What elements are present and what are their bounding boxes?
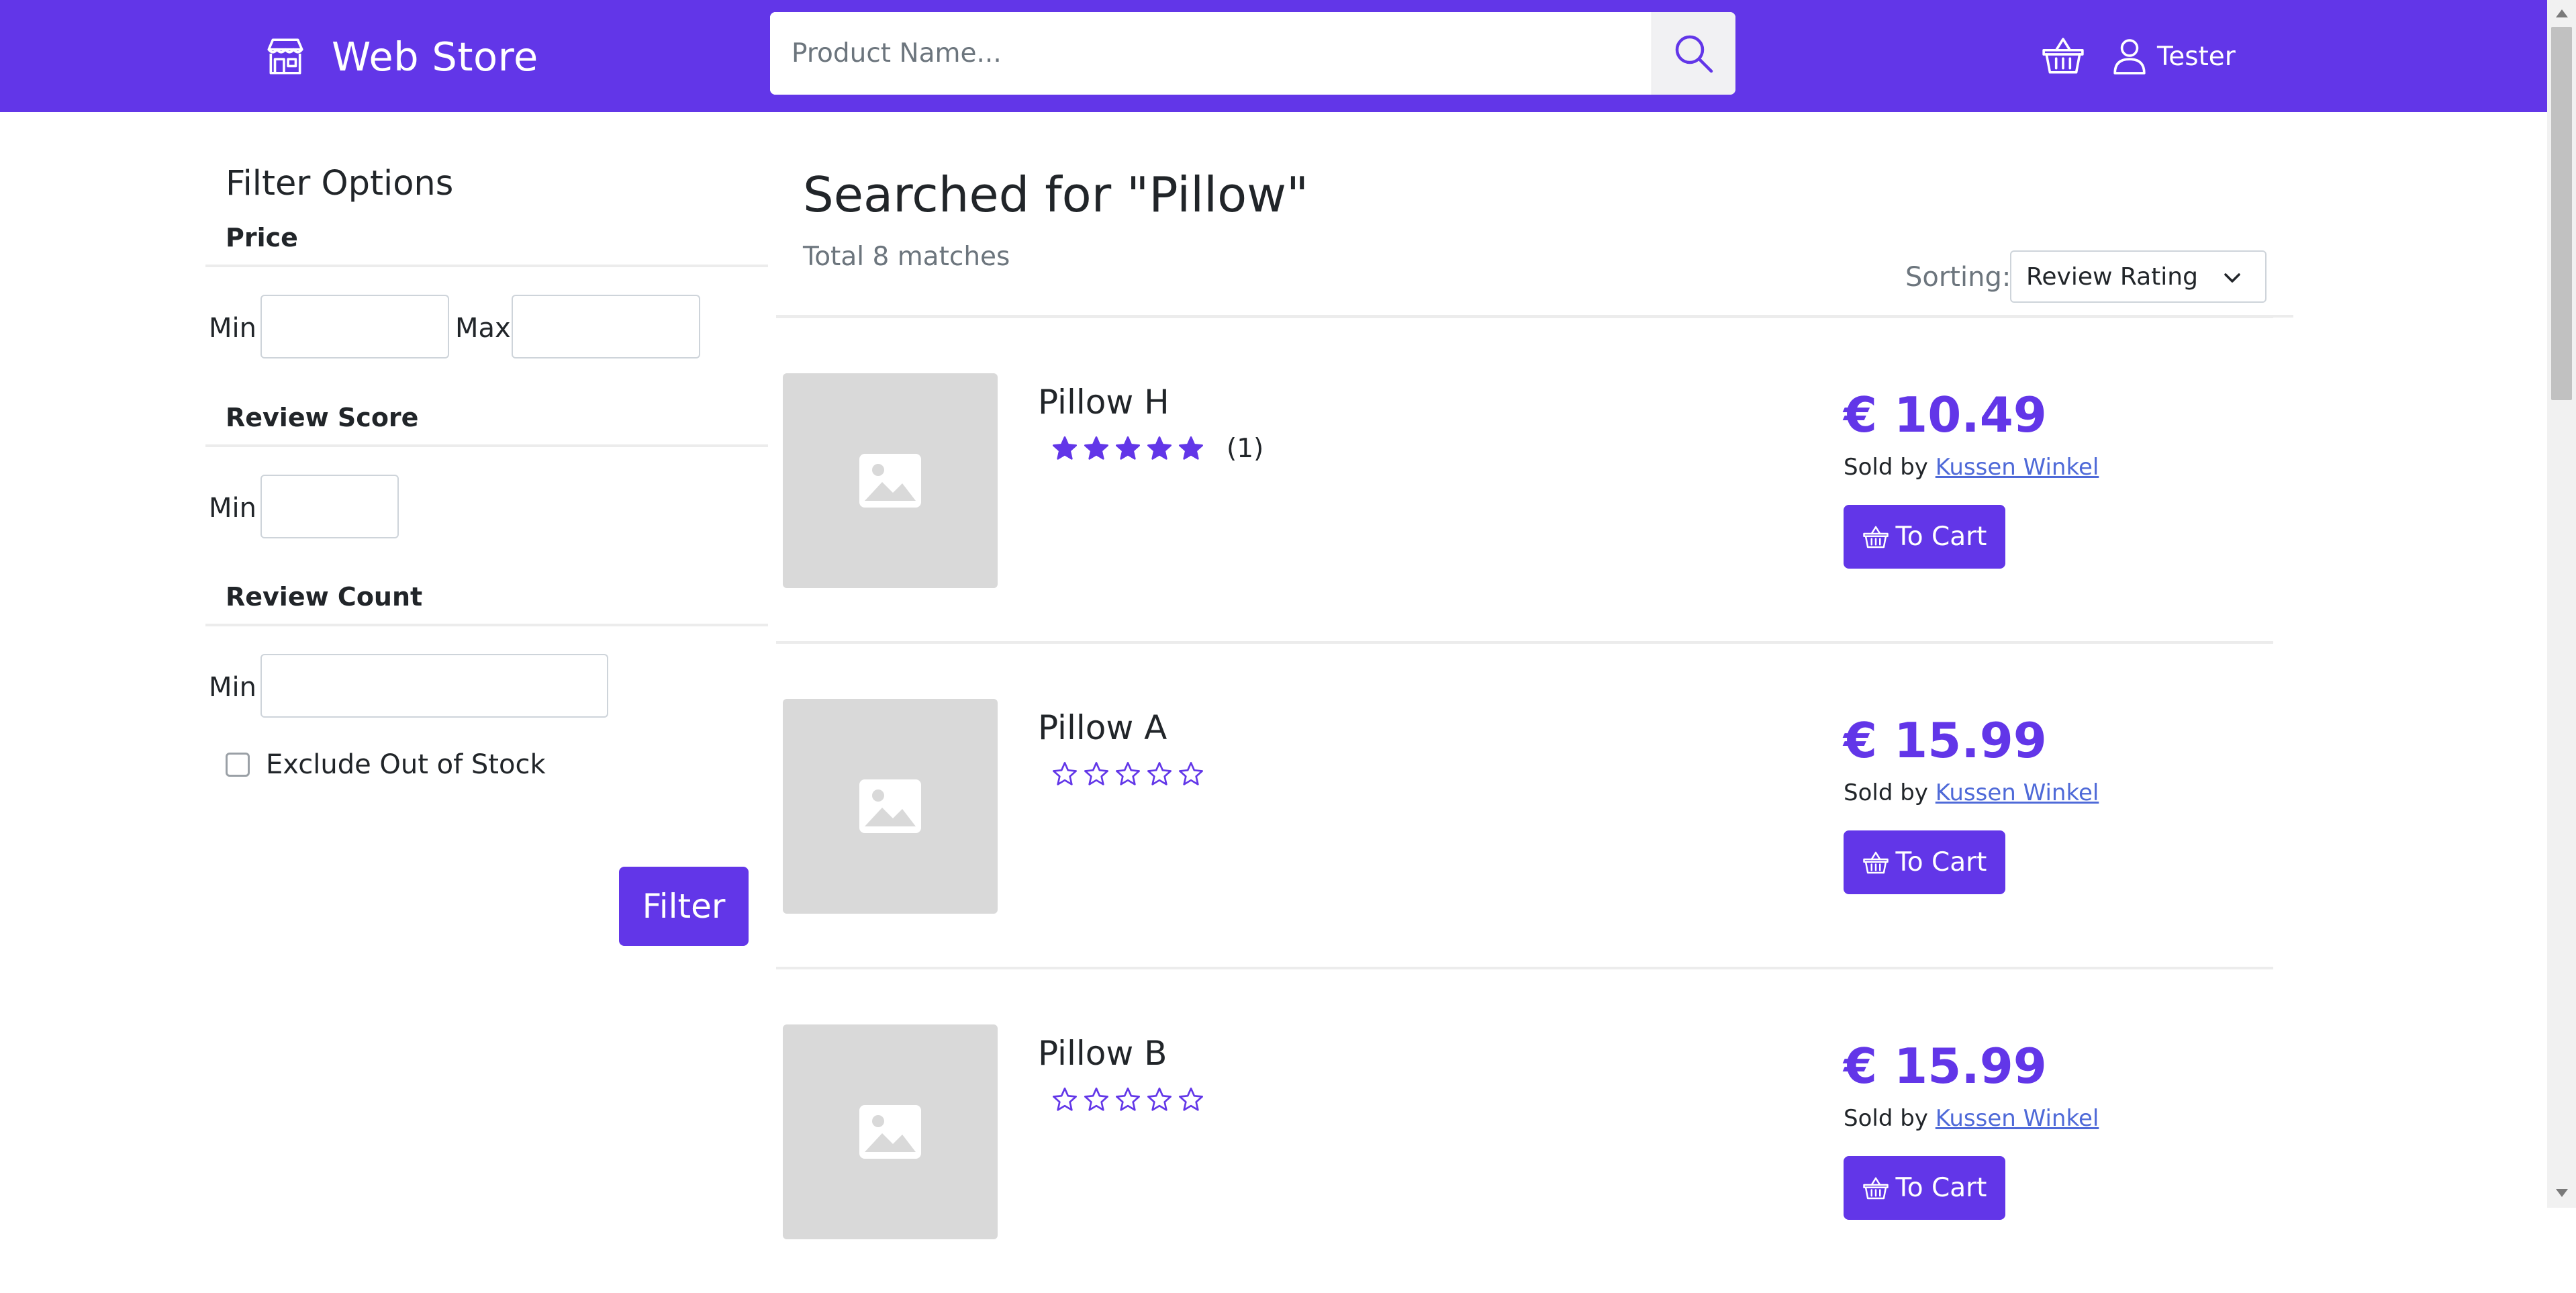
filter-title: Filter Options — [226, 164, 454, 203]
exclude-out-of-stock-checkbox[interactable] — [226, 753, 250, 777]
sold-by-prefix: Sold by — [1844, 1105, 1928, 1132]
section-divider — [205, 624, 768, 626]
page-scrollbar[interactable] — [2547, 0, 2576, 1208]
review-count: (1) — [1227, 433, 1264, 464]
scrollbar-thumb[interactable] — [2551, 27, 2572, 400]
star-filled-icon — [1084, 436, 1108, 460]
basket-icon — [2042, 38, 2084, 74]
chevron-down-icon — [2224, 273, 2240, 283]
review-score-min-input[interactable] — [260, 475, 399, 538]
basket-icon — [1862, 1177, 1889, 1199]
product-name[interactable]: Pillow B — [1038, 1034, 1167, 1073]
sold-by-prefix: Sold by — [1844, 779, 1928, 806]
product-image[interactable] — [783, 699, 998, 914]
review-count-section-title: Review Count — [226, 582, 423, 612]
row-divider — [776, 316, 2273, 318]
star-filled-icon — [1053, 436, 1077, 460]
scroll-down-arrow[interactable] — [2556, 1189, 2568, 1197]
to-cart-label: To Cart — [1895, 847, 1987, 877]
sold-by: Sold by Kussen Winkel — [1844, 454, 2099, 481]
product-rating — [1051, 1084, 1209, 1116]
price-max-label: Max — [455, 313, 511, 344]
navbar: Web Store Tester — [0, 0, 2547, 112]
product-price: € 15.99 — [1844, 1038, 2047, 1094]
star-empty-icon — [1053, 762, 1077, 785]
product-image[interactable] — [783, 1024, 998, 1239]
price-min-input[interactable] — [260, 295, 449, 358]
seller-link[interactable]: Kussen Winkel — [1936, 454, 2099, 481]
search-button[interactable] — [1652, 12, 1735, 95]
scroll-up-arrow[interactable] — [2556, 9, 2568, 17]
to-cart-label: To Cart — [1895, 1173, 1987, 1203]
star-empty-icon — [1179, 1088, 1203, 1111]
star-filled-icon — [1147, 436, 1172, 460]
store-icon — [267, 38, 303, 75]
sort-select[interactable]: Review Rating — [2010, 250, 2267, 303]
star-empty-icon — [1116, 1088, 1140, 1111]
search-bar — [770, 12, 1735, 95]
search-input[interactable] — [770, 12, 1652, 95]
row-divider — [776, 967, 2273, 969]
section-divider — [205, 444, 768, 447]
basket-icon — [1862, 851, 1889, 873]
product-price: € 15.99 — [1844, 712, 2047, 769]
star-empty-icon — [1084, 1088, 1108, 1111]
basket-icon — [1862, 526, 1889, 548]
product-name[interactable]: Pillow H — [1038, 383, 1170, 422]
seller-link[interactable]: Kussen Winkel — [1936, 779, 2099, 806]
search-icon — [1675, 35, 1713, 73]
price-section-title: Price — [226, 223, 298, 252]
exclude-out-of-stock-label[interactable]: Exclude Out of Stock — [266, 749, 546, 780]
review-score-min-label: Min — [209, 493, 256, 524]
seller-link[interactable]: Kussen Winkel — [1936, 1105, 2099, 1132]
cart-button[interactable] — [2041, 34, 2085, 78]
brand-name: Web Store — [332, 33, 538, 80]
username: Tester — [2157, 41, 2236, 72]
star-empty-icon — [1116, 762, 1140, 785]
to-cart-button[interactable]: To Cart — [1844, 1156, 2005, 1220]
review-count-min-input[interactable] — [260, 654, 608, 718]
sold-by-prefix: Sold by — [1844, 454, 1928, 481]
to-cart-button[interactable]: To Cart — [1844, 505, 2005, 569]
row-divider — [776, 641, 2273, 644]
image-placeholder-icon — [859, 779, 921, 833]
price-min-label: Min — [209, 313, 256, 344]
product-rating: (1) — [1051, 432, 1263, 465]
sort-selected-value: Review Rating — [2026, 262, 2198, 291]
product-image[interactable] — [783, 373, 998, 588]
star-empty-icon — [1147, 762, 1172, 785]
image-placeholder-icon — [859, 1105, 921, 1159]
star-filled-icon — [1116, 436, 1140, 460]
filter-button[interactable]: Filter — [619, 867, 749, 946]
results-count: Total 8 matches — [803, 242, 1010, 272]
sold-by: Sold by Kussen Winkel — [1844, 779, 2099, 806]
to-cart-button[interactable]: To Cart — [1844, 830, 2005, 894]
sold-by: Sold by Kussen Winkel — [1844, 1105, 2099, 1132]
image-placeholder-icon — [859, 454, 921, 508]
product-card: Pillow B € 15.99 Sold by Kussen Winkel T… — [776, 967, 2273, 1293]
product-card: Pillow A € 15.99 Sold by Kussen Winkel T… — [776, 641, 2273, 967]
sort-label: Sorting: — [1905, 262, 2011, 293]
section-divider — [205, 265, 768, 267]
user-icon — [2113, 39, 2146, 75]
review-score-section-title: Review Score — [226, 403, 419, 432]
price-max-input[interactable] — [512, 295, 700, 358]
product-card: Pillow H (1) € 10.49 Sold by Kussen Wink… — [776, 316, 2273, 642]
star-empty-icon — [1084, 762, 1108, 785]
product-rating — [1051, 758, 1209, 790]
results-title: Searched for "Pillow" — [803, 166, 1309, 223]
product-name[interactable]: Pillow A — [1038, 708, 1167, 747]
star-empty-icon — [1053, 1088, 1077, 1111]
brand-link[interactable]: Web Store — [263, 31, 538, 82]
user-menu[interactable]: Tester — [2113, 38, 2236, 75]
star-empty-icon — [1147, 1088, 1172, 1111]
star-empty-icon — [1179, 762, 1203, 785]
review-count-min-label: Min — [209, 672, 256, 703]
to-cart-label: To Cart — [1895, 522, 1987, 552]
product-price: € 10.49 — [1844, 387, 2047, 443]
star-filled-icon — [1179, 436, 1203, 460]
